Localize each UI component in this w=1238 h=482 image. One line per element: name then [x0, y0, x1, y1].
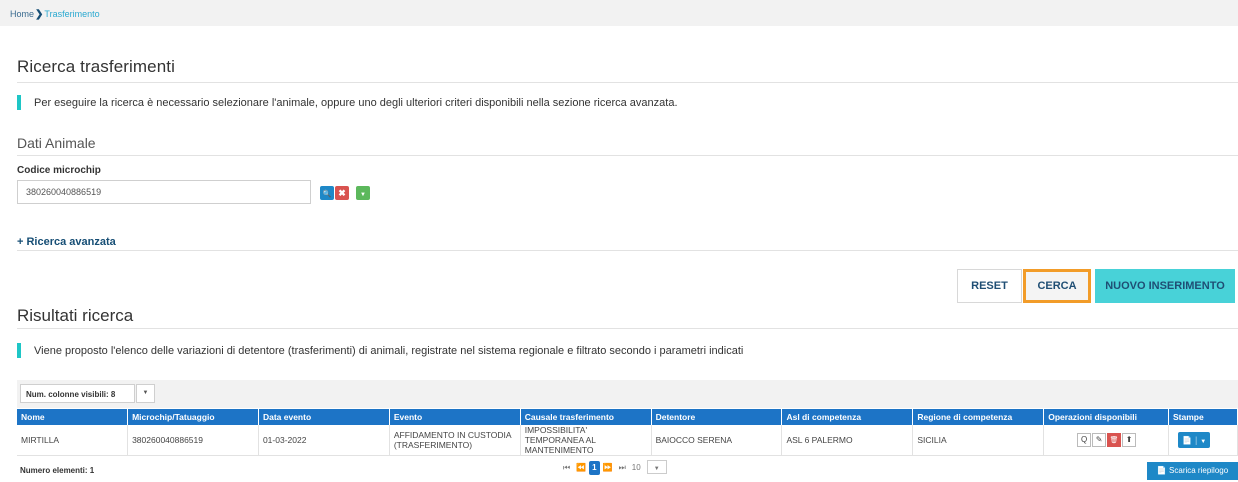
- chevron-down-icon: ▼: [653, 466, 660, 472]
- col-header-detentore[interactable]: Detentore: [651, 409, 783, 425]
- advanced-search-link[interactable]: + Ricerca avanzata: [17, 236, 116, 248]
- view-button[interactable]: Q: [1077, 433, 1092, 447]
- col-header-evento[interactable]: Evento: [389, 409, 521, 425]
- col-header-asl[interactable]: Asl di competenza: [781, 409, 914, 425]
- results-table: Nome Microchip/Tatuaggio Data evento Eve…: [17, 409, 1238, 456]
- microchip-input[interactable]: [17, 180, 311, 204]
- document-icon: 📄: [1181, 436, 1192, 445]
- col-header-causale[interactable]: Causale trasferimento: [520, 409, 652, 425]
- document-icon: 📄: [1156, 466, 1167, 475]
- edit-icon: ✎: [1095, 435, 1103, 444]
- clear-microchip-button[interactable]: ✖: [335, 186, 349, 200]
- info-bar: [17, 95, 21, 110]
- microchip-label: Codice microchip: [17, 165, 101, 176]
- col-header-microchip[interactable]: Microchip/Tatuaggio: [127, 409, 259, 425]
- breadcrumb-home-link[interactable]: Home: [10, 9, 34, 19]
- cell-regione: SICILIA: [912, 425, 1045, 456]
- breadcrumb-separator-icon: ❯: [35, 9, 44, 20]
- trash-icon: 🗑: [1109, 437, 1119, 444]
- cell-stampe: 📄 | ▼: [1168, 425, 1238, 456]
- microchip-options-button[interactable]: ▼: [356, 186, 370, 200]
- search-icon: 🔍: [322, 191, 332, 198]
- first-page-icon[interactable]: ⏮: [560, 461, 573, 475]
- breadcrumb: Home❯Trasferimento: [0, 0, 1238, 26]
- last-page-icon[interactable]: ⏭: [616, 461, 629, 475]
- col-header-stampe: Stampe: [1168, 409, 1238, 425]
- table-toolbar: Num. colonne visibili: 8 ▼: [17, 380, 1238, 408]
- download-summary-button[interactable]: 📄 Scarica riepilogo: [1147, 462, 1238, 480]
- cerca-button[interactable]: CERCA: [1023, 269, 1091, 303]
- table-row: MIRTILLA 380260040886519 01-03-2022 AFFI…: [17, 425, 1238, 456]
- chevron-down-icon: ▼: [142, 390, 149, 396]
- upload-icon: ⬆: [1125, 435, 1133, 444]
- pagination: ⏮ ⏪ 1 ⏩ ⏭ 10 ▼: [560, 460, 667, 476]
- col-header-data-evento[interactable]: Data evento: [258, 409, 390, 425]
- chevron-down-icon: ▼: [1200, 439, 1207, 445]
- results-title: Risultati ricerca: [17, 306, 134, 325]
- col-header-operazioni: Operazioni disponibili: [1043, 409, 1169, 425]
- page-size[interactable]: 10: [629, 461, 644, 475]
- advanced-divider: [17, 250, 1238, 251]
- cell-nome: MIRTILLA: [17, 425, 129, 456]
- new-entry-button[interactable]: NUOVO INSERIMENTO: [1095, 269, 1235, 303]
- print-dropdown-button[interactable]: 📄 | ▼: [1177, 432, 1211, 448]
- cell-asl: ASL 6 PALERMO: [781, 425, 914, 456]
- col-header-regione[interactable]: Regione di competenza: [912, 409, 1045, 425]
- cell-operazioni: Q ✎ 🗑 ⬆: [1043, 425, 1169, 456]
- search-info-text: Per eseguire la ricerca è necessario sel…: [34, 97, 678, 109]
- edit-button[interactable]: ✎: [1092, 433, 1107, 447]
- title-divider: [17, 82, 1238, 83]
- section-divider: [17, 155, 1238, 156]
- results-info-text: Viene proposto l'elenco delle variazioni…: [34, 345, 744, 357]
- current-page[interactable]: 1: [589, 461, 600, 475]
- next-page-icon[interactable]: ⏩: [600, 461, 616, 475]
- results-divider: [17, 328, 1238, 329]
- prev-page-icon[interactable]: ⏪: [573, 461, 589, 475]
- page-size-dropdown[interactable]: ▼: [646, 460, 667, 474]
- cell-causale: IMPOSSIBILITA' TEMPORANEA AL MANTENIMENT…: [520, 425, 652, 456]
- delete-button[interactable]: 🗑: [1107, 433, 1122, 447]
- upload-button[interactable]: ⬆: [1122, 433, 1137, 447]
- results-count: Numero elementi: 1: [20, 466, 95, 475]
- reset-button[interactable]: RESET: [957, 269, 1022, 303]
- cell-data-evento: 01-03-2022: [258, 425, 390, 456]
- page-title: Ricerca trasferimenti: [17, 57, 175, 76]
- dati-animale-title: Dati Animale: [17, 135, 96, 151]
- col-header-nome[interactable]: Nome: [17, 409, 129, 425]
- search-icon: Q: [1080, 435, 1088, 444]
- columns-dropdown-caret[interactable]: ▼: [136, 384, 155, 403]
- download-summary-label: Scarica riepilogo: [1169, 466, 1229, 475]
- search-microchip-button[interactable]: 🔍: [320, 186, 334, 200]
- cell-microchip: 380260040886519: [127, 425, 259, 456]
- cell-detentore: BAIOCCO SERENA: [651, 425, 783, 456]
- results-info: Viene proposto l'elenco delle variazioni…: [17, 343, 1217, 361]
- close-icon: ✖: [338, 188, 346, 198]
- search-info: Per eseguire la ricerca è necessario sel…: [17, 95, 1217, 113]
- chevron-down-icon: ▼: [360, 192, 366, 198]
- table-header-row: Nome Microchip/Tatuaggio Data evento Eve…: [17, 409, 1238, 425]
- columns-selector[interactable]: Num. colonne visibili: 8: [20, 384, 135, 403]
- info-bar: [17, 343, 21, 358]
- breadcrumb-current[interactable]: Trasferimento: [44, 9, 99, 19]
- cell-evento: AFFIDAMENTO IN CUSTODIA (TRASFERIMENTO): [389, 425, 521, 456]
